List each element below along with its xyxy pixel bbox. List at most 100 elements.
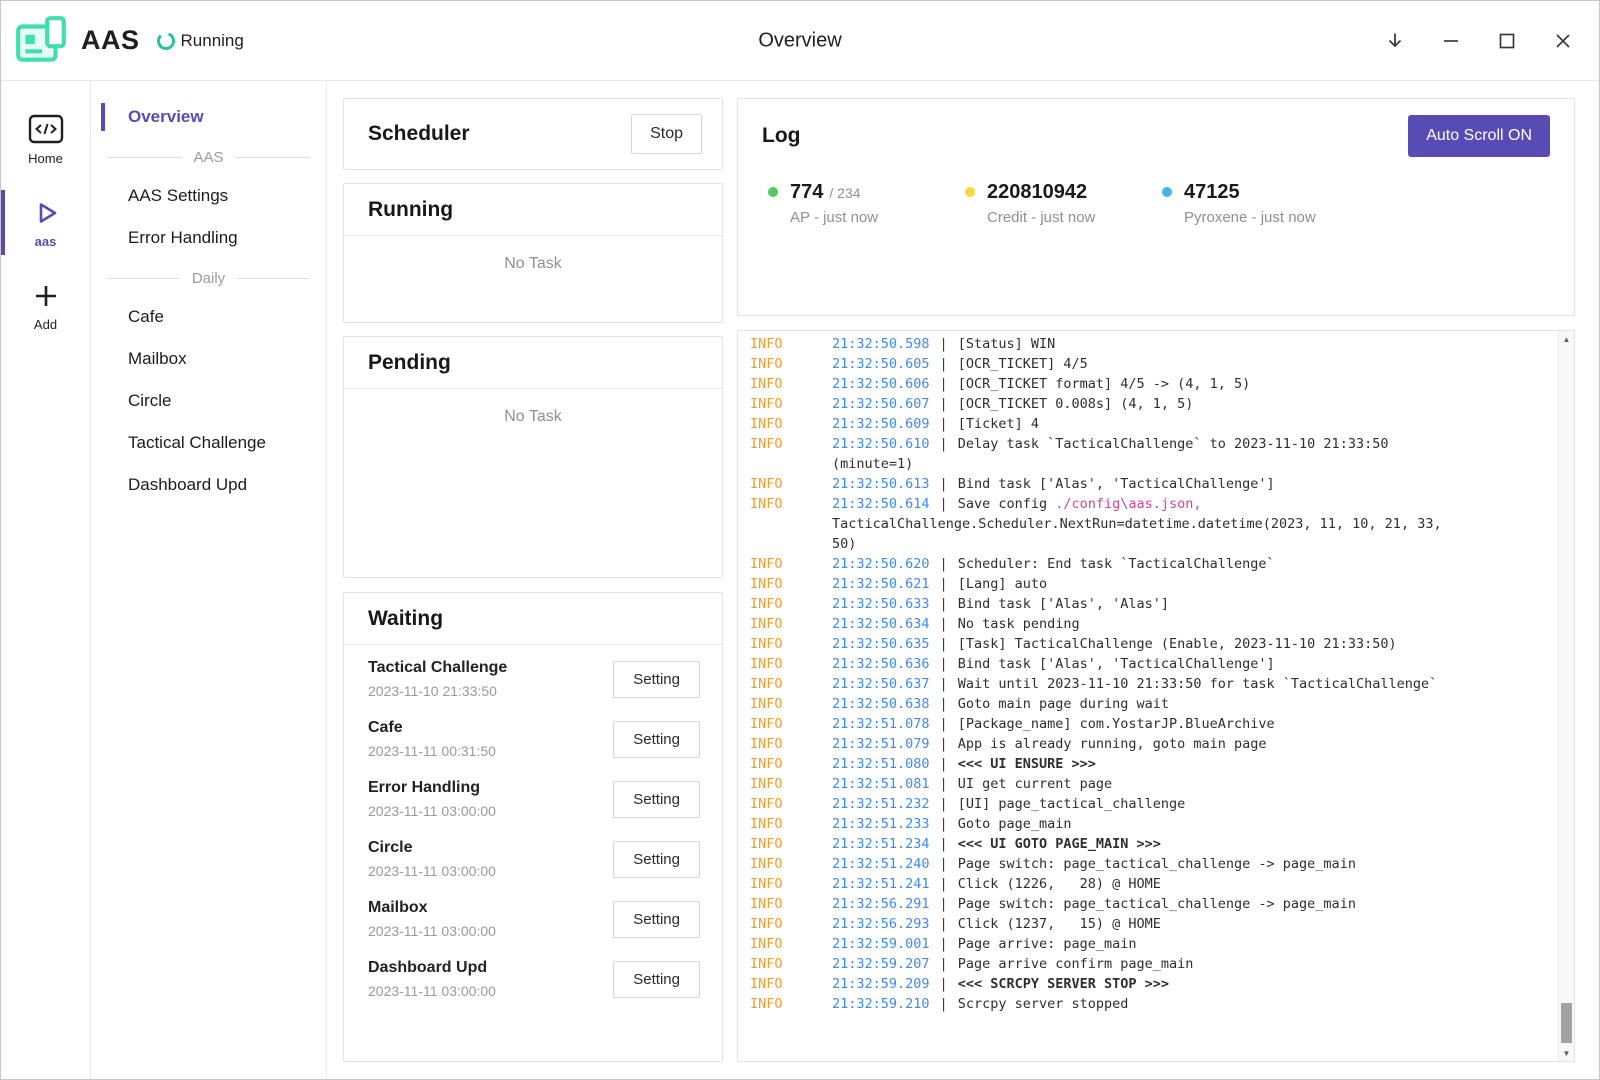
stat-value: 774 bbox=[790, 181, 823, 204]
log-line: INFO21:32:51.232|[UI] page_tactical_chal… bbox=[750, 794, 1442, 814]
log-scrollbar[interactable]: ▲ ▼ bbox=[1558, 331, 1574, 1061]
nav-item-mailbox[interactable]: Mailbox bbox=[91, 339, 326, 379]
setting-button[interactable]: Setting bbox=[613, 661, 700, 698]
log-separator: | bbox=[940, 696, 948, 712]
log-time: 21:32:50.638 bbox=[832, 696, 930, 712]
nav-divider-daily: Daily bbox=[107, 270, 310, 287]
log-segment: Bind task ['Alas', 'TacticalChallenge'] bbox=[958, 656, 1275, 672]
pending-card: Pending No Task bbox=[343, 336, 723, 578]
task-name: Tactical Challenge bbox=[368, 659, 507, 677]
log-time: 21:32:50.605 bbox=[832, 356, 930, 372]
log-separator: | bbox=[940, 716, 948, 732]
log-segment: [OCR_TICKET format] 4/5 -> (4, 1, 5) bbox=[958, 376, 1251, 392]
task-info: Tactical Challenge2023-11-10 21:33:50 bbox=[368, 659, 507, 699]
divider-line bbox=[237, 278, 310, 279]
log-message: Page switch: page_tactical_challenge -> … bbox=[958, 856, 1356, 872]
log-time: 21:32:51.241 bbox=[832, 876, 930, 892]
log-time: 21:32:51.233 bbox=[832, 816, 930, 832]
close-icon[interactable] bbox=[1549, 27, 1577, 55]
log-separator: | bbox=[940, 396, 948, 412]
setting-button[interactable]: Setting bbox=[613, 781, 700, 818]
log-separator: | bbox=[940, 336, 948, 352]
nav-item-dashboard-upd[interactable]: Dashboard Upd bbox=[91, 465, 326, 505]
log-level: INFO bbox=[750, 434, 783, 454]
task-info: Mailbox2023-11-11 03:00:00 bbox=[368, 899, 496, 939]
log-line: INFO21:32:51.240|Page switch: page_tacti… bbox=[750, 854, 1442, 874]
log-time: 21:32:50.613 bbox=[832, 476, 930, 492]
nav-item-aas-settings[interactable]: AAS Settings bbox=[91, 176, 326, 216]
log-time: 21:32:59.210 bbox=[832, 996, 930, 1012]
log-separator: | bbox=[940, 576, 948, 592]
log-line: INFO21:32:51.081|UI get current page bbox=[750, 774, 1442, 794]
log-line: INFO21:32:50.614|Save config ./config\aa… bbox=[750, 494, 1442, 554]
setting-button[interactable]: Setting bbox=[613, 901, 700, 938]
maximize-icon[interactable] bbox=[1493, 27, 1521, 55]
stat-col: 47125Pyroxene - just now bbox=[1184, 181, 1316, 226]
scheduler-card: Scheduler Stop bbox=[343, 98, 723, 170]
log-level: INFO bbox=[750, 654, 783, 674]
log-separator: | bbox=[940, 616, 948, 632]
log-line: INFO21:32:50.637|Wait until 2023-11-10 2… bbox=[750, 674, 1442, 694]
nav-item-overview[interactable]: Overview bbox=[91, 97, 326, 137]
log-segment: ./config\aas.json, bbox=[1055, 496, 1201, 512]
nav-item-error-handling[interactable]: Error Handling bbox=[91, 218, 326, 258]
task-time: 2023-11-11 03:00:00 bbox=[368, 983, 496, 999]
log-time: 21:32:50.635 bbox=[832, 636, 930, 652]
stop-button[interactable]: Stop bbox=[631, 114, 702, 154]
log-message: Goto page_main bbox=[958, 816, 1072, 832]
log-segment: Page switch: page_tactical_challenge -> … bbox=[958, 896, 1356, 912]
nav-item-tactical-challenge[interactable]: Tactical Challenge bbox=[91, 423, 326, 463]
rail-item-aas[interactable]: aas bbox=[1, 186, 90, 259]
nav-item-cafe[interactable]: Cafe bbox=[91, 297, 326, 337]
setting-button[interactable]: Setting bbox=[613, 841, 700, 878]
window-controls bbox=[1381, 27, 1577, 55]
log-message: <<< SCRCPY SERVER STOP >>> bbox=[958, 976, 1169, 992]
auto-scroll-button[interactable]: Auto Scroll ON bbox=[1408, 115, 1550, 157]
running-empty-text: No Task bbox=[344, 236, 722, 273]
log-message: Wait until 2023-11-10 21:33:50 for task … bbox=[958, 676, 1438, 692]
log-level: INFO bbox=[750, 894, 783, 914]
log-level: INFO bbox=[750, 954, 783, 974]
log-segment: Goto main page during wait bbox=[958, 696, 1169, 712]
log-message: Bind task ['Alas', 'Alas'] bbox=[958, 596, 1169, 612]
stat-dot bbox=[965, 187, 975, 197]
log-separator: | bbox=[940, 936, 948, 952]
log-message: Bind task ['Alas', 'TacticalChallenge'] bbox=[958, 656, 1275, 672]
log-line: INFO21:32:50.633|Bind task ['Alas', 'Ala… bbox=[750, 594, 1442, 614]
setting-button[interactable]: Setting bbox=[613, 961, 700, 998]
setting-button[interactable]: Setting bbox=[613, 721, 700, 758]
task-info: Dashboard Upd2023-11-11 03:00:00 bbox=[368, 959, 496, 999]
log-separator: | bbox=[940, 976, 948, 992]
log-level: INFO bbox=[750, 934, 783, 954]
log-message: Click (1226, 28) @ HOME bbox=[958, 876, 1161, 892]
log-time: 21:32:50.607 bbox=[832, 396, 930, 412]
scheduler-column: Scheduler Stop Running No Task Pending N… bbox=[343, 98, 723, 1062]
log-message: Scrcpy server stopped bbox=[958, 996, 1129, 1012]
log-level: INFO bbox=[750, 614, 783, 634]
scroll-down-icon[interactable]: ▼ bbox=[1559, 1045, 1574, 1061]
activity-rail: Home aas Add bbox=[1, 81, 91, 1079]
rail-item-add[interactable]: Add bbox=[1, 269, 90, 342]
scheduler-title: Scheduler bbox=[368, 122, 470, 146]
log-separator: | bbox=[940, 836, 948, 852]
minimize-icon[interactable] bbox=[1437, 27, 1465, 55]
log-segment: <<< UI GOTO PAGE_MAIN >>> bbox=[958, 836, 1161, 852]
log-level: INFO bbox=[750, 874, 783, 894]
stat-ap: 774/ 234AP - just now bbox=[768, 181, 965, 226]
update-download-icon[interactable] bbox=[1381, 27, 1409, 55]
scroll-up-icon[interactable]: ▲ bbox=[1559, 331, 1574, 347]
task-name: Mailbox bbox=[368, 899, 496, 917]
stat-value-row: 47125 bbox=[1184, 181, 1316, 204]
run-status: Running bbox=[156, 31, 244, 51]
log-line: INFO21:32:51.233|Goto page_main bbox=[750, 814, 1442, 834]
page-title: Overview bbox=[758, 29, 841, 52]
rail-item-home[interactable]: Home bbox=[1, 101, 90, 176]
stat-credit: 220810942Credit - just now bbox=[965, 181, 1162, 226]
log-segment: Bind task ['Alas', 'Alas'] bbox=[958, 596, 1169, 612]
nav-item-circle[interactable]: Circle bbox=[91, 381, 326, 421]
scrollbar-thumb[interactable] bbox=[1561, 1003, 1572, 1043]
log-message: Page switch: page_tactical_challenge -> … bbox=[958, 896, 1356, 912]
log-segment: <<< UI ENSURE >>> bbox=[958, 756, 1096, 772]
log-line: INFO21:32:50.634|No task pending bbox=[750, 614, 1442, 634]
waiting-list: Tactical Challenge2023-11-10 21:33:50 Set… bbox=[344, 645, 722, 1009]
